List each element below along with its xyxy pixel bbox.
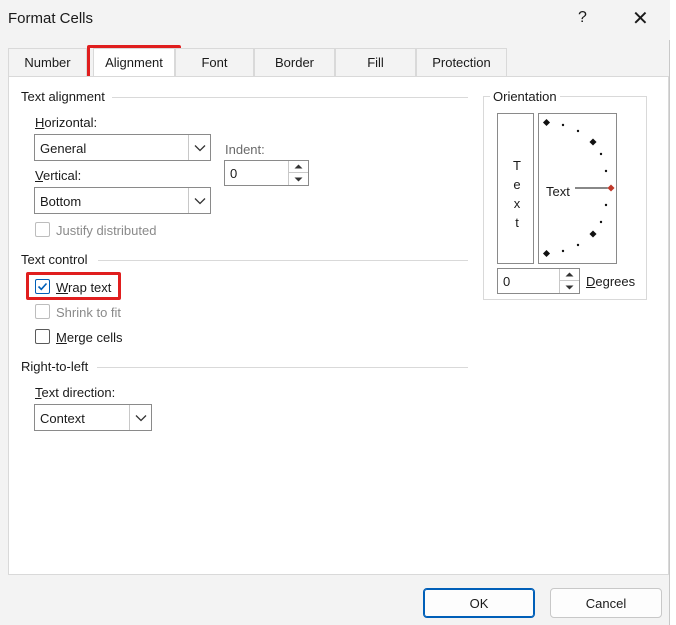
degrees-spinner[interactable]: 0 xyxy=(497,268,580,294)
section-divider xyxy=(112,97,468,98)
dialog-title: Format Cells xyxy=(8,10,94,27)
tab-alignment[interactable]: Alignment xyxy=(87,45,181,79)
horizontal-label: Horizontal: xyxy=(35,115,98,130)
dial-text-label: Text xyxy=(546,184,570,199)
vertical-value: Bottom xyxy=(40,194,82,209)
tab-protection[interactable]: Protection xyxy=(416,48,507,76)
indent-spinner[interactable]: 0 xyxy=(224,160,309,186)
section-divider xyxy=(97,367,468,368)
vertical-text-letter: t xyxy=(515,215,519,230)
chevron-down-icon[interactable] xyxy=(188,135,210,160)
vertical-text-letter: T xyxy=(513,158,521,173)
shrink-to-fit-label: Shrink to fit xyxy=(56,305,122,320)
merge-cells-label: Merge cells xyxy=(56,330,123,345)
horizontal-combo[interactable]: General xyxy=(34,134,211,161)
section-orientation: Orientation xyxy=(490,89,560,104)
degrees-value: 0 xyxy=(503,274,511,289)
tab-number[interactable]: Number xyxy=(8,48,87,76)
vertical-combo[interactable]: Bottom xyxy=(34,187,211,214)
ok-button[interactable]: OK xyxy=(423,588,535,618)
section-divider xyxy=(98,260,468,261)
justify-distributed-checkbox[interactable] xyxy=(35,222,50,237)
spin-down-icon[interactable] xyxy=(560,281,579,293)
format-cells-dialog: Format Cells ? ✕ Number Alignment Font B… xyxy=(0,0,670,625)
text-direction-label: Text direction: xyxy=(35,385,116,400)
close-button[interactable]: ✕ xyxy=(632,6,649,31)
spin-up-icon[interactable] xyxy=(289,161,308,173)
chevron-down-icon[interactable] xyxy=(188,188,210,213)
wrap-text-highlight xyxy=(26,272,121,300)
tab-border[interactable]: Border xyxy=(254,48,335,76)
vertical-label: Vertical: xyxy=(35,168,82,183)
degrees-label: Degrees xyxy=(586,274,636,289)
text-direction-combo[interactable]: Context xyxy=(34,404,152,431)
merge-cells-checkbox[interactable] xyxy=(35,329,50,344)
indent-label: Indent: xyxy=(225,142,265,157)
help-button[interactable]: ? xyxy=(578,9,587,27)
vertical-text-letter: e xyxy=(513,177,521,192)
tab-font[interactable]: Font xyxy=(175,48,254,76)
justify-distributed-label: Justify distributed xyxy=(56,223,157,238)
vertical-text-letter: x xyxy=(513,196,521,211)
section-right-to-left: Right-to-left xyxy=(21,359,89,374)
cancel-button[interactable]: Cancel xyxy=(550,588,662,618)
shrink-to-fit-checkbox[interactable] xyxy=(35,304,50,319)
orientation-dial[interactable]: Text xyxy=(538,113,617,264)
section-text-alignment: Text alignment xyxy=(21,89,105,104)
vertical-text-orientation[interactable]: T e x t xyxy=(497,113,534,264)
text-direction-value: Context xyxy=(40,411,85,426)
spin-up-icon[interactable] xyxy=(560,269,579,281)
horizontal-value: General xyxy=(40,141,87,156)
section-text-control: Text control xyxy=(21,252,88,267)
indent-value: 0 xyxy=(230,166,238,181)
spin-down-icon[interactable] xyxy=(289,173,308,185)
chevron-down-icon[interactable] xyxy=(129,405,151,430)
title-bar: Format Cells ? ✕ xyxy=(0,0,670,40)
tab-fill[interactable]: Fill xyxy=(335,48,416,76)
